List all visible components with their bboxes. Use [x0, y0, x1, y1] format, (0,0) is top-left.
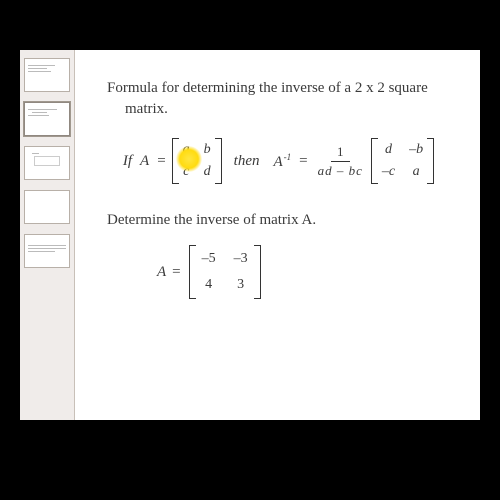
- matrix-values: –5 –3 4 3: [189, 245, 261, 299]
- title-line1: Formula for determining the inverse of a…: [107, 80, 428, 96]
- denominator: ad – bc: [316, 162, 365, 179]
- then-text: then: [234, 153, 260, 170]
- cell: –5: [202, 251, 216, 267]
- slide-thumbnail-panel: [20, 50, 75, 420]
- example-matrix: A = –5 –3 4 3: [157, 245, 448, 299]
- matrix-adjugate: d –b –c a: [371, 138, 434, 184]
- slide-thumbnail[interactable]: [24, 146, 70, 180]
- if-text: If: [123, 153, 132, 170]
- presentation-frame: Formula for determining the inverse of a…: [20, 50, 480, 420]
- slide-thumbnail[interactable]: [24, 102, 70, 136]
- cell: 4: [202, 277, 216, 293]
- var-a: A: [157, 264, 166, 281]
- cell: b: [204, 142, 211, 158]
- title-text: Formula for determining the inverse of a…: [107, 78, 448, 120]
- formula: If A = a b c d then A-1 = 1 ad – bc: [107, 138, 448, 184]
- cell: –3: [234, 251, 248, 267]
- var-a: A: [140, 153, 149, 170]
- cell: –c: [382, 164, 395, 180]
- cell: d: [204, 164, 211, 180]
- slide-thumbnail[interactable]: [24, 190, 70, 224]
- slide-thumbnail[interactable]: [24, 58, 70, 92]
- eq-text: =: [157, 153, 165, 170]
- numerator: 1: [331, 144, 350, 162]
- fraction: 1 ad – bc: [316, 144, 365, 179]
- var-a-inv: A-1: [274, 152, 292, 171]
- cell: –b: [409, 142, 423, 158]
- cell: a: [183, 142, 190, 158]
- exercise-text: Determine the inverse of matrix A.: [107, 212, 448, 229]
- title-line2: matrix.: [125, 101, 168, 117]
- cell: c: [183, 164, 190, 180]
- cell: d: [382, 142, 395, 158]
- cell: 3: [234, 277, 248, 293]
- cell: a: [409, 164, 423, 180]
- slide-thumbnail[interactable]: [24, 234, 70, 268]
- slide-content: Formula for determining the inverse of a…: [75, 50, 480, 420]
- eq-text: =: [172, 264, 180, 281]
- matrix-definition: a b c d: [172, 138, 222, 184]
- eq-text: =: [299, 153, 307, 170]
